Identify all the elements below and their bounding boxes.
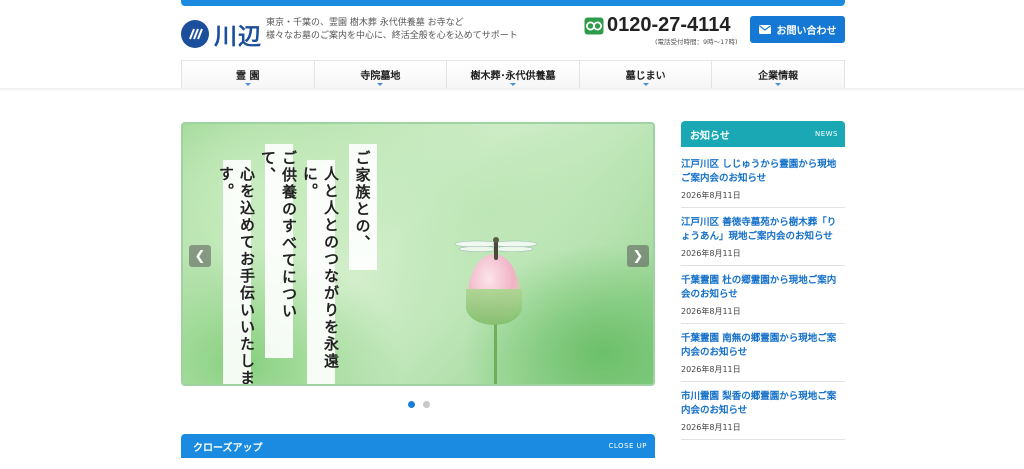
logo-text: 川辺 xyxy=(214,24,262,50)
nav-item-label: 樹木葬･永代供養墓 xyxy=(470,71,556,82)
nav-item-temple-graves[interactable]: 寺院墓地 xyxy=(313,61,447,88)
news-title-en: NEWS xyxy=(814,130,838,138)
news-list: 江戸川区 しじゅうから霊園から現地ご案内会のお知らせ 2026年8月11日 江戸… xyxy=(681,150,845,440)
closeup-title-en: CLOSE UP xyxy=(608,442,647,450)
hero-copy-column-3: ご供養のすべてについて、 xyxy=(259,144,298,358)
news-item: 江戸川区 しじゅうから霊園から現地ご案内会のお知らせ 2026年8月11日 xyxy=(681,150,845,208)
free-dial-icon xyxy=(584,17,604,35)
hero-copy-column-1: ご家族との、 xyxy=(349,144,377,270)
caret-down-icon xyxy=(775,83,782,86)
news-item-date: 2026年8月11日 xyxy=(681,249,741,258)
chevron-right-icon: ❯ xyxy=(632,248,644,264)
nav-item-cemetery[interactable]: 霊 園 xyxy=(181,61,314,88)
caret-down-icon xyxy=(244,83,251,86)
global-nav: 霊 園 寺院墓地 樹木葬･永代供養墓 墓じまい 企業情報 xyxy=(181,60,845,88)
kawabe-logo-icon xyxy=(181,20,209,48)
site-logo[interactable]: 川辺 xyxy=(181,17,262,51)
news-item-date: 2026年8月11日 xyxy=(681,423,741,432)
hero-slider[interactable]: ご家族との、 人と人とのつながりを永遠に。 ご供養のすべてについて、 心を込めて… xyxy=(181,122,655,386)
news-item-link[interactable]: 江戸川区 しじゅうから霊園から現地ご案内会のお知らせ xyxy=(681,158,845,186)
news-item-link[interactable]: 千葉霊園 南無の郷霊園から現地ご案内会のお知らせ xyxy=(681,332,845,360)
news-title: お知らせ xyxy=(690,130,730,142)
nav-item-tree-burial[interactable]: 樹木葬･永代供養墓 xyxy=(446,61,579,88)
hero-copy-column-4: 心を込めてお手伝いいたします。 xyxy=(217,160,256,384)
slider-pagination xyxy=(408,401,430,408)
news-item: 千葉霊園 南無の郷霊園から現地ご案内会のお知らせ 2026年8月11日 xyxy=(681,324,845,382)
caret-down-icon xyxy=(642,83,649,86)
news-item: 江戸川区 善徳寺墓苑から樹木葬「りょうあん」現地ご案内会のお知らせ 2026年8… xyxy=(681,208,845,266)
slider-prev-button[interactable]: ❮ xyxy=(189,245,211,267)
mail-icon xyxy=(758,25,771,34)
phone-number-block[interactable]: 0120-27-4114 xyxy=(584,14,730,37)
news-item-link[interactable]: 江戸川区 善徳寺墓苑から樹木葬「りょうあん」現地ご案内会のお知らせ xyxy=(681,216,845,244)
nav-item-label: 墓じまい xyxy=(625,71,666,82)
phone-number[interactable]: 0120-27-4114 xyxy=(607,14,730,37)
news-item: 市川霊園 梨香の郷霊園から現地ご案内会のお知らせ 2026年8月11日 xyxy=(681,382,845,440)
nav-item-label: 寺院墓地 xyxy=(360,71,401,82)
lotus-sepal xyxy=(466,289,522,325)
slider-dot-2[interactable] xyxy=(423,401,430,408)
news-section-header: お知らせ NEWS xyxy=(681,121,845,147)
nav-item-label: 霊 園 xyxy=(236,71,260,82)
slider-next-button[interactable]: ❯ xyxy=(627,245,649,267)
news-item: 千葉霊園 杜の郷霊園から現地ご案内会のお知らせ 2026年8月11日 xyxy=(681,266,845,324)
nav-item-company[interactable]: 企業情報 xyxy=(711,61,845,88)
caret-down-icon xyxy=(509,83,516,86)
news-item-date: 2026年8月11日 xyxy=(681,365,741,374)
contact-button-label: お問い合わせ xyxy=(776,26,837,37)
tagline-line-2: 様々なお墓のご案内を中心に、終活全般を心を込めてサポート xyxy=(266,31,518,41)
news-item-link[interactable]: 千葉霊園 杜の郷霊園から現地ご案内会のお知らせ xyxy=(681,274,845,302)
slider-dot-1[interactable] xyxy=(408,401,415,408)
nav-item-label: 企業情報 xyxy=(758,71,799,82)
news-item-link[interactable]: 市川霊園 梨香の郷霊園から現地ご案内会のお知らせ xyxy=(681,390,845,418)
caret-down-icon xyxy=(377,83,384,86)
site-tagline: 東京・千葉の、霊園 樹木葬 永代供養墓 お寺など 様々なお墓のご案内を中心に、終… xyxy=(266,17,518,43)
top-accent-bar xyxy=(181,0,845,6)
hero-copy-column-2: 人と人とのつながりを永遠に。 xyxy=(301,160,340,384)
tagline-line-1: 東京・千葉の、霊園 樹木葬 永代供養墓 お寺など xyxy=(266,18,464,28)
news-item-date: 2026年8月11日 xyxy=(681,191,741,200)
dragonfly-icon xyxy=(454,237,538,260)
nav-item-grave-closing[interactable]: 墓じまい xyxy=(578,61,712,88)
nav-divider xyxy=(0,88,1024,92)
news-item-date: 2026年8月11日 xyxy=(681,307,741,316)
contact-button[interactable]: お問い合わせ xyxy=(750,16,845,43)
phone-hours: (電話受付時間：9時〜17時) xyxy=(655,38,738,46)
chevron-left-icon: ❮ xyxy=(194,248,206,264)
closeup-title: クローズアップ xyxy=(193,442,263,454)
closeup-section-header: クローズアップ CLOSE UP xyxy=(181,434,655,458)
